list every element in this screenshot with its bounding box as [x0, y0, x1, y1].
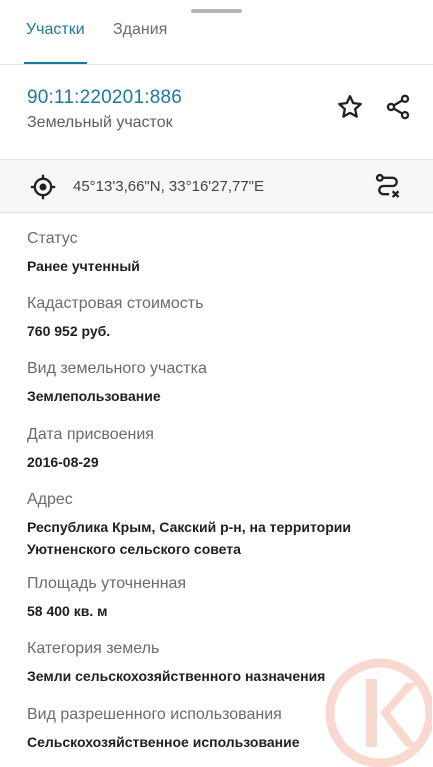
field-assignment-date: Дата присвоения 2016-08-29: [27, 425, 427, 472]
share-button[interactable]: [382, 91, 414, 123]
target-icon: [30, 174, 56, 200]
tab-parcels[interactable]: Участки: [26, 20, 85, 40]
cadastral-number: 90:11:220201:886: [27, 87, 182, 108]
field-value: 58 400 кв. м: [27, 603, 108, 619]
coordinates-row: 45°13'3,66"N, 33°16'27,77"E: [0, 160, 433, 212]
coordinates-text[interactable]: 45°13'3,66"N, 33°16'27,77"E: [73, 178, 264, 195]
divider: [0, 212, 433, 213]
field-label: Дата присвоения: [27, 426, 154, 443]
field-label: Площадь уточненная: [27, 575, 187, 592]
divider: [0, 64, 433, 65]
field-address: Адрес Республика Крым, Сакский р-н, на т…: [27, 490, 427, 559]
field-cadastral-value: Кадастровая стоимость 760 952 руб.: [27, 294, 427, 341]
address-line-1: Республика Крым, Сакский р-н, на террито…: [27, 519, 351, 535]
field-value: Ранее учтенный: [27, 258, 140, 274]
field-value: 760 952 руб.: [27, 323, 111, 339]
field-label: Статус: [27, 230, 78, 247]
share-icon: [386, 94, 410, 120]
field-area: Площадь уточненная 58 400 кв. м: [27, 574, 427, 621]
field-label: Вид земельного участка: [27, 360, 207, 377]
tab-buildings[interactable]: Здания: [113, 20, 167, 40]
locate-button[interactable]: [28, 172, 58, 202]
field-label: Адрес: [27, 491, 73, 508]
field-label: Кадастровая стоимость: [27, 295, 204, 312]
favorite-button[interactable]: [334, 91, 366, 123]
field-value: 2016-08-29: [27, 454, 99, 470]
object-type: Земельный участок: [27, 114, 173, 131]
field-status: Статус Ранее учтенный: [27, 229, 427, 276]
tab-bar: Участки Здания: [0, 0, 433, 64]
field-parcel-kind: Вид земельного участка Землепользование: [27, 359, 427, 406]
address-line-2: Уютненского сельского совета: [27, 541, 241, 557]
field-value: Республика Крым, Сакский р-н, на террито…: [27, 518, 427, 559]
logo-watermark: [325, 658, 432, 767]
route-button[interactable]: [372, 170, 404, 202]
route-icon: [375, 173, 400, 198]
star-icon: [338, 95, 362, 118]
field-value: Землепользование: [27, 388, 161, 404]
